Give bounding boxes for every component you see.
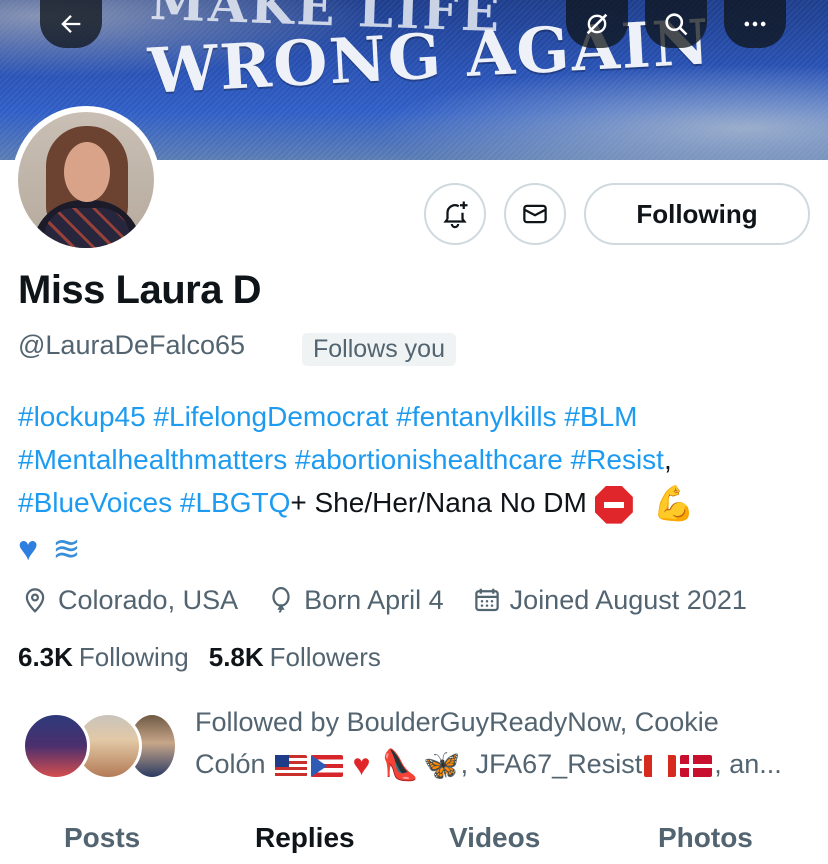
hashtag-link[interactable]: #fentanylkills [396, 401, 556, 432]
grok-icon [586, 13, 608, 35]
following-button[interactable]: Following [584, 183, 810, 245]
birthday-text: Born April 4 [304, 584, 444, 615]
back-button[interactable] [40, 0, 102, 48]
denmark-flag-icon [680, 754, 713, 777]
arrow-left-icon [61, 15, 81, 33]
hashtag-link[interactable]: #Resist [571, 444, 664, 475]
followed-by-avatars[interactable] [22, 712, 182, 782]
location-text: Colorado, USA [58, 584, 239, 615]
following-label: Following [78, 642, 189, 672]
tab-videos[interactable]: Videos [449, 822, 540, 854]
hashtag-link[interactable]: #lockup45 [18, 401, 146, 432]
hashtag-link[interactable]: #BlueVoices [18, 487, 172, 518]
water-wave-icon: ≋ [52, 530, 81, 569]
profile-meta: Colorado, USA Born April 4 Joined August… [20, 580, 775, 620]
followed-by-ellipsis: , an... [714, 749, 782, 779]
canada-flag-icon [644, 754, 677, 777]
display-name: Miss Laura D [18, 268, 261, 312]
follower-name: Colón [195, 749, 266, 779]
tab-replies[interactable]: Replies [255, 822, 355, 854]
followed-by-line-2: Colón ♥ 👠 🦋, JFA67_Resist , an... [195, 743, 810, 787]
search-button[interactable] [645, 0, 707, 48]
tab-photos[interactable]: Photos [658, 822, 753, 854]
more-button[interactable] [724, 0, 786, 48]
hashtag-link[interactable]: #abortionishealthcare [295, 444, 563, 475]
us-flag-icon [275, 754, 308, 777]
follow-counts: 6.3K Following 5.8K Followers [18, 642, 401, 673]
follower-avatar [22, 712, 90, 780]
location-item: Colorado, USA [20, 585, 238, 616]
hashtag-link[interactable]: #BLM [564, 401, 637, 432]
bio-text: + She/Her/Nana No DM [290, 487, 587, 518]
profile-avatar[interactable] [12, 106, 160, 254]
bio-line-4: ♥ ≋ [18, 526, 808, 571]
bio-comma: , [663, 444, 672, 475]
blue-heart-icon: ♥ [18, 530, 39, 569]
joined-text: Joined August 2021 [509, 584, 747, 615]
follows-you-badge: Follows you [302, 333, 456, 366]
follower-name-2: , JFA67_Resist [460, 749, 643, 779]
avatar-pattern [44, 208, 130, 248]
balloon-icon [272, 587, 290, 613]
followers-count-link[interactable]: 5.8K Followers [209, 642, 381, 673]
location-pin-icon [25, 588, 45, 613]
avatar-photo [18, 112, 154, 248]
calendar-icon [474, 588, 499, 612]
more-icon [744, 21, 766, 27]
followed-by-line-1: Followed by BoulderGuyReadyNow, Cookie [195, 707, 719, 737]
hashtag-link[interactable]: #Mentalhealthmatters [18, 444, 287, 475]
followers-label: Followers [269, 642, 381, 672]
mail-icon [523, 204, 547, 224]
following-count-link[interactable]: 6.3K Following [18, 642, 189, 673]
bio-line-1: #lockup45 #LifelongDemocrat #fentanylkil… [18, 395, 808, 438]
followers-count: 5.8K [208, 642, 264, 672]
user-handle: @LauraDeFalco65 [18, 330, 246, 360]
puerto-rico-flag-icon [311, 754, 344, 777]
red-heart-icon: ♥ [352, 748, 371, 782]
birthday-item: Born April 4 [266, 585, 444, 616]
avatar-face [64, 142, 110, 202]
profile-bio: #lockup45 #LifelongDemocrat #fentanylkil… [18, 395, 808, 571]
search-icon [665, 13, 688, 36]
profile-tabs: Posts Replies Videos Photos [0, 810, 828, 864]
joined-item: Joined August 2021 [472, 585, 747, 616]
high-heel-icon: 👠 [381, 748, 420, 782]
stop-sign-icon [594, 485, 633, 524]
butterfly-icon: 🦋 [423, 748, 461, 782]
flexed-biceps-icon: 💪 [652, 485, 696, 524]
following-count: 6.3K [18, 642, 73, 672]
bio-line-3: #BlueVoices #LBGTQ+ She/Her/Nana No DM 💪 [18, 481, 808, 526]
hashtag-link[interactable]: #LifelongDemocrat [153, 401, 388, 432]
tab-posts[interactable]: Posts [64, 822, 140, 854]
message-button[interactable] [504, 183, 566, 245]
bio-line-2: #Mentalhealthmatters #abortionishealthca… [18, 438, 808, 481]
bell-plus-icon [443, 201, 468, 229]
grok-button[interactable] [566, 0, 628, 48]
notifications-button[interactable] [424, 183, 486, 245]
followed-by-text[interactable]: Followed by BoulderGuyReadyNow, Cookie C… [195, 701, 810, 787]
hashtag-link[interactable]: #LBGTQ [180, 487, 290, 518]
